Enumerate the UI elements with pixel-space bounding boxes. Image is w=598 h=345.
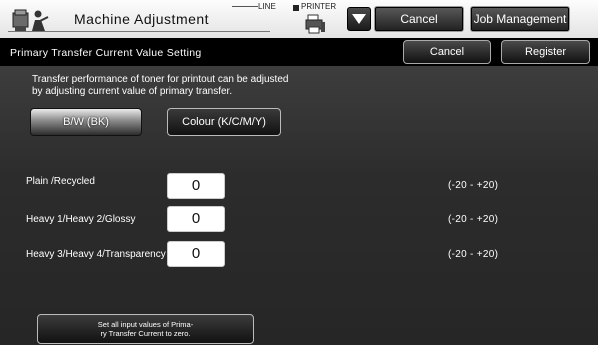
page-title: Primary Transfer Current Value Setting bbox=[10, 47, 202, 59]
register-button[interactable]: Register bbox=[501, 40, 590, 64]
heavy-1-2-glossy-range: (-20 - +20) bbox=[448, 214, 499, 225]
zero-button-line: Set all input values of Prima- bbox=[97, 320, 194, 329]
printer-icon bbox=[305, 14, 325, 34]
app-title: Machine Adjustment bbox=[74, 11, 210, 27]
description-text: Transfer performance of toner for printo… bbox=[32, 74, 332, 98]
colour-mode-button[interactable]: Colour (K/C/M/Y) bbox=[167, 108, 281, 136]
triangle-down-icon bbox=[352, 14, 366, 24]
title-divider bbox=[8, 31, 270, 32]
printer-status-indicator bbox=[293, 5, 299, 11]
bw-mode-button[interactable]: B/W (BK) bbox=[30, 108, 142, 136]
cancel-button[interactable]: Cancel bbox=[403, 40, 491, 64]
description-line: by adjusting current value of primary tr… bbox=[32, 86, 233, 97]
machine-adjustment-icon bbox=[12, 9, 49, 31]
heavy-1-2-glossy-value-field[interactable]: 0 bbox=[167, 206, 225, 232]
header-cancel-button[interactable]: Cancel bbox=[374, 6, 464, 32]
description-line: Transfer performance of toner for printo… bbox=[32, 74, 289, 85]
line-indicator bbox=[232, 6, 258, 7]
plain-recycled-label: Plain /Recycled bbox=[26, 176, 95, 187]
header-bar: Machine Adjustment LINE PRINTER Cancel J… bbox=[0, 0, 598, 38]
sub-header: Primary Transfer Current Value Setting C… bbox=[0, 38, 598, 66]
settings-panel: Transfer performance of toner for printo… bbox=[0, 66, 598, 345]
job-management-button[interactable]: Job Management bbox=[470, 6, 570, 32]
zero-button-line: ry Transfer Current to zero. bbox=[100, 329, 191, 338]
plain-recycled-value-field[interactable]: 0 bbox=[167, 173, 225, 199]
heavy-1-2-glossy-label: Heavy 1/Heavy 2/Glossy bbox=[26, 214, 136, 225]
printer-label: PRINTER bbox=[301, 2, 337, 11]
line-label: LINE bbox=[258, 2, 276, 11]
heavy-3-4-transparency-value-field[interactable]: 0 bbox=[167, 241, 225, 267]
heavy-3-4-transparency-label: Heavy 3/Heavy 4/Transparency bbox=[26, 249, 166, 260]
heavy-3-4-transparency-range: (-20 - +20) bbox=[448, 249, 499, 260]
dropdown-button[interactable] bbox=[347, 7, 371, 31]
plain-recycled-range: (-20 - +20) bbox=[448, 180, 499, 191]
set-all-to-zero-button[interactable]: Set all input values of Prima- ry Transf… bbox=[37, 314, 254, 344]
